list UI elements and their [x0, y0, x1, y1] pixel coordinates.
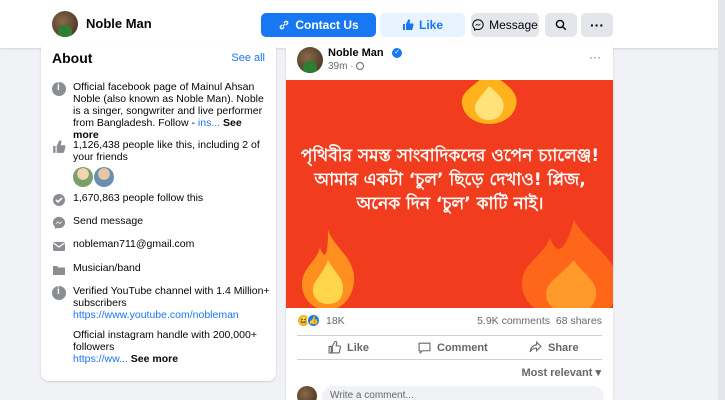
post-time-text: 39m · — [328, 61, 357, 72]
divider — [297, 359, 602, 360]
chevron-down-icon: ▾ — [595, 367, 601, 379]
post-author-avatar[interactable] — [297, 47, 323, 73]
info-icon — [52, 82, 66, 96]
page-scrollbar[interactable] — [718, 0, 725, 400]
search-button[interactable] — [545, 13, 577, 37]
follows-count-text: 1,670,863 people follow this — [73, 192, 204, 204]
sort-label: Most relevant — [521, 367, 593, 379]
like-reaction-icon: 👍 — [307, 314, 320, 327]
instagram-link[interactable]: https://ww... — [73, 353, 128, 365]
post-author-name[interactable]: Noble Man — [328, 47, 384, 59]
youtube-link[interactable]: https://www.youtube.com/nobleman — [73, 309, 270, 321]
instagram-see-more[interactable]: See more — [131, 353, 178, 365]
check-circle-icon — [52, 193, 66, 207]
post-card: Noble Man ✓ 39m · ··· পৃথিবীর সমস্ত সাংব… — [286, 41, 613, 400]
link-icon — [280, 20, 289, 30]
about-description: Official facebook page of Mainul Ahsan N… — [73, 81, 270, 141]
globe-icon — [356, 62, 365, 70]
see-all-link[interactable]: See all — [231, 52, 265, 64]
comment-label: Comment — [437, 341, 488, 354]
divider — [297, 335, 602, 336]
category-row[interactable]: Musician/band — [52, 262, 270, 277]
comment-button[interactable]: Comment — [418, 341, 488, 354]
post-image-caption: পৃথিবীর সমস্ত সাংবাদিকদের ওপেন চ্যালেঞ্জ… — [300, 146, 600, 214]
thumbs-up-icon — [402, 19, 414, 30]
fire-emoji-icon — [521, 220, 613, 308]
description-link[interactable]: ins... — [198, 117, 220, 129]
message-button[interactable]: Message — [471, 13, 539, 37]
verified-badge-icon: ✓ — [392, 48, 402, 58]
page-avatar[interactable] — [52, 11, 78, 37]
folder-icon — [52, 263, 66, 277]
post-image[interactable]: পৃথিবীর সমস্ত সাংবাদিকদের ওপেন চ্যালেঞ্জ… — [286, 80, 613, 308]
youtube-row: Verified YouTube channel with 1.4 Millio… — [52, 285, 270, 321]
friend-avatar[interactable] — [73, 167, 93, 187]
instagram-text: Official instagram handle with 200,000+ … — [73, 329, 257, 353]
send-message-row[interactable]: Send message — [52, 215, 270, 230]
likes-count-text: 1,126,438 people like this, including 2 … — [73, 139, 260, 163]
instagram-row: Official instagram handle with 200,000+ … — [52, 329, 270, 365]
post-stats: 5.9K comments 68 shares — [477, 315, 602, 327]
friend-avatar[interactable] — [94, 167, 114, 187]
comment-input[interactable]: Write a comment... — [322, 386, 604, 400]
more-options-button[interactable]: ··· — [581, 13, 613, 37]
follows-row: 1,670,863 people follow this — [52, 192, 270, 207]
info-icon — [52, 286, 66, 300]
like-page-button[interactable]: Like — [380, 13, 465, 37]
shares-count[interactable]: 68 shares — [556, 315, 602, 327]
contact-us-label: Contact Us — [295, 18, 359, 32]
commenter-avatar[interactable] — [297, 386, 317, 400]
mail-icon — [52, 239, 66, 253]
email-link[interactable]: nobleman711@gmail.com — [73, 238, 194, 253]
category-link[interactable]: Musician/band — [73, 262, 141, 277]
search-icon — [555, 19, 567, 31]
fire-emoji-icon — [302, 230, 355, 308]
about-description-row: Official facebook page of Mainul Ahsan N… — [52, 81, 270, 141]
comments-count[interactable]: 5.9K comments — [477, 315, 550, 327]
comment-sort-dropdown[interactable]: Most relevant ▾ — [521, 366, 601, 379]
likes-row: 1,126,438 people like this, including 2 … — [52, 139, 270, 163]
post-options-button[interactable]: ··· — [589, 50, 601, 64]
share-icon — [529, 341, 542, 353]
youtube-info: Verified YouTube channel with 1.4 Millio… — [73, 285, 270, 321]
like-post-label: Like — [347, 341, 370, 354]
post-timestamp[interactable]: 39m · — [328, 61, 365, 72]
thumbs-up-icon — [328, 341, 341, 354]
contact-us-button[interactable]: Contact Us — [261, 13, 376, 37]
messenger-icon — [472, 19, 484, 31]
about-title: About — [52, 50, 93, 66]
email-row[interactable]: nobleman711@gmail.com — [52, 238, 270, 253]
reaction-count: 18K — [326, 314, 345, 327]
share-label: Share — [548, 341, 579, 354]
about-card: About See all Official facebook page of … — [41, 41, 276, 381]
send-message-link[interactable]: Send message — [73, 215, 143, 230]
like-page-label: Like — [418, 18, 443, 32]
like-post-button[interactable]: Like — [328, 341, 369, 354]
page-name[interactable]: Noble Man — [86, 16, 152, 31]
fire-emoji-icon — [461, 80, 517, 124]
comment-icon — [418, 342, 431, 354]
reactions-summary[interactable]: 😆 👍 18K — [297, 314, 345, 327]
share-button[interactable]: Share — [529, 341, 579, 354]
instagram-info: Official instagram handle with 200,000+ … — [73, 329, 270, 365]
thumbs-up-icon — [52, 140, 66, 154]
messenger-icon — [52, 216, 66, 230]
message-label: Message — [489, 18, 538, 32]
youtube-text: Verified YouTube channel with 1.4 Millio… — [73, 285, 270, 309]
